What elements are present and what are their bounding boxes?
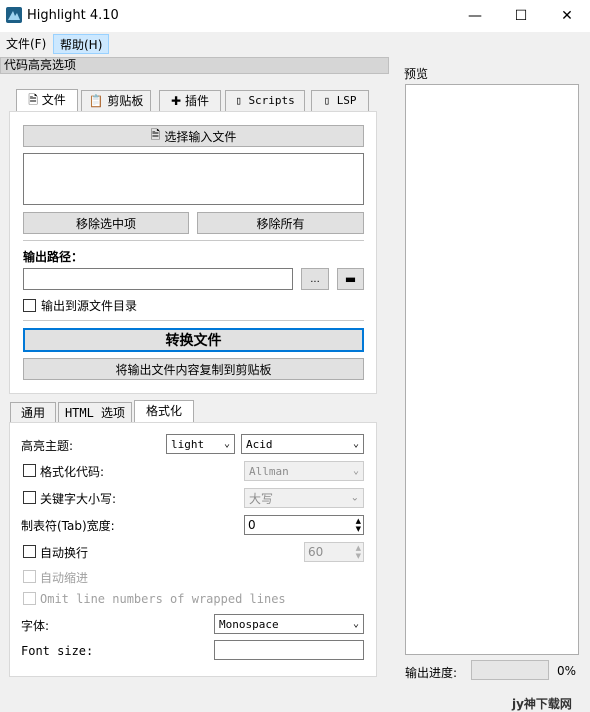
output-path-label: 输出路径： [23, 250, 84, 264]
output-path-input[interactable] [23, 268, 293, 290]
font-size-input[interactable] [214, 640, 364, 660]
tab-file-label: 文件 [41, 93, 66, 107]
format-code-label: 格式化代码: [40, 465, 105, 479]
chevron-down-icon: ⌄ [352, 465, 359, 477]
auto-wrap-checkbox[interactable] [23, 545, 36, 558]
spin-arrows-icon[interactable]: ▲ ▼ [356, 517, 361, 533]
menu-file[interactable]: 文件(F) [0, 34, 52, 54]
theme-mode-value: light [171, 437, 205, 451]
font-value: Monospace [219, 617, 279, 631]
progress-bar [471, 660, 549, 680]
font-size-label: Font size: [21, 644, 94, 658]
font-label: 字体: [21, 619, 50, 633]
chevron-down-icon: ⌄ [350, 492, 359, 504]
tab-clipboard-label: 剪贴板 [107, 94, 144, 108]
maximize-icon: ☐ [514, 8, 528, 24]
close-icon: ✕ [561, 8, 573, 24]
auto-indent-label: 自动缩进 [40, 571, 89, 585]
output-to-source-checkbox[interactable] [23, 299, 36, 312]
wrap-width-spinbox[interactable]: 60 ▲ ▼ [304, 542, 364, 562]
input-file-list[interactable] [23, 153, 364, 205]
section-title: 代码高亮选项 [0, 57, 389, 74]
maximize-button[interactable]: ☐ [498, 0, 544, 32]
auto-indent-checkbox[interactable] [23, 570, 36, 583]
clear-path-button[interactable]: ▬ [337, 268, 364, 290]
tab-plugins[interactable]: ✚ 插件 [159, 90, 221, 112]
format-code-checkbox[interactable] [23, 464, 36, 477]
tab-html-options[interactable]: HTML 选项 [58, 402, 132, 424]
spin-arrows-icon[interactable]: ▲ ▼ [356, 544, 361, 560]
app-icon [6, 7, 22, 23]
keyword-case-select[interactable]: 大写 ⌄ [244, 488, 364, 508]
omit-line-numbers-label: Omit line numbers of wrapped lines [40, 592, 286, 606]
chevron-down-icon: ⌄ [352, 438, 359, 450]
progress-percent: 0% [557, 664, 577, 678]
tab-clipboard[interactable]: 📋 剪贴板 [81, 90, 151, 112]
theme-value: Acid [246, 437, 273, 451]
preview-label: 预览 [404, 67, 429, 81]
tab-plugins-label: 插件 [184, 94, 209, 108]
tab-scripts-label: Scripts [248, 94, 295, 107]
puzzle-icon: ✚ [171, 94, 182, 108]
browse-button[interactable]: ... [301, 268, 329, 290]
font-select[interactable]: Monospace ⌄ [214, 614, 364, 634]
select-input-label: 选择输入文件 [164, 129, 237, 144]
divider [23, 240, 364, 241]
file-icon: 🗎 [150, 127, 161, 142]
omit-line-numbers-checkbox[interactable] [23, 592, 36, 605]
tab-lsp-label: LSP [336, 94, 357, 107]
tab-general[interactable]: 通用 [10, 402, 56, 424]
chevron-down-icon: ⌄ [352, 618, 359, 630]
tab-width-label: 制表符(Tab)宽度: [21, 519, 115, 533]
theme-label: 高亮主题: [21, 439, 74, 453]
file-icon: 🗎 [28, 93, 38, 107]
keyword-case-value: 大写 [249, 491, 274, 506]
copy-to-clipboard-button[interactable]: 将输出文件内容复制到剪贴板 [23, 358, 364, 380]
minimize-button[interactable]: — [452, 0, 498, 32]
tab-scripts[interactable]: ▯ Scripts [225, 90, 305, 112]
script-icon: ▯ [235, 94, 242, 107]
close-button[interactable]: ✕ [544, 0, 590, 32]
tab-width-spinbox[interactable]: 0 ▲ ▼ [244, 515, 364, 535]
tab-width-value: 0 [248, 518, 256, 532]
divider [23, 320, 364, 321]
chevron-down-icon: ⌄ [223, 438, 230, 450]
tab-file[interactable]: 🗎 文件 [16, 89, 78, 113]
keyword-case-label: 关键字大小写: [40, 492, 117, 506]
watermark: jy神下载网 [512, 697, 572, 711]
script-icon: ▯ [323, 94, 331, 107]
theme-select[interactable]: Acid ⌄ [241, 434, 364, 454]
output-to-source-label: 输出到源文件目录 [41, 299, 138, 313]
format-style-select[interactable]: Allman ⌄ [244, 461, 364, 481]
clipboard-icon: 📋 [88, 94, 104, 108]
window-title: Highlight 4.10 [27, 8, 119, 23]
format-style-value: Allman [249, 464, 289, 478]
keyword-case-checkbox[interactable] [23, 491, 36, 504]
select-input-button[interactable]: 🗎 选择输入文件 [23, 125, 364, 147]
remove-all-button[interactable]: 移除所有 [197, 212, 364, 234]
progress-label: 输出进度: [405, 666, 458, 680]
tab-lsp[interactable]: ▯ LSP [311, 90, 369, 112]
tab-format[interactable]: 格式化 [134, 400, 194, 424]
theme-mode-select[interactable]: light ⌄ [166, 434, 235, 454]
remove-selected-button[interactable]: 移除选中项 [23, 212, 189, 234]
menu-help[interactable]: 帮助(H) [53, 34, 110, 54]
minimize-icon: — [468, 8, 482, 24]
preview-pane[interactable] [405, 84, 579, 655]
convert-button[interactable]: 转换文件 [23, 328, 364, 352]
auto-wrap-label: 自动换行 [40, 546, 89, 560]
wrap-width-value: 60 [308, 545, 324, 559]
clear-icon: ▬ [344, 272, 357, 286]
